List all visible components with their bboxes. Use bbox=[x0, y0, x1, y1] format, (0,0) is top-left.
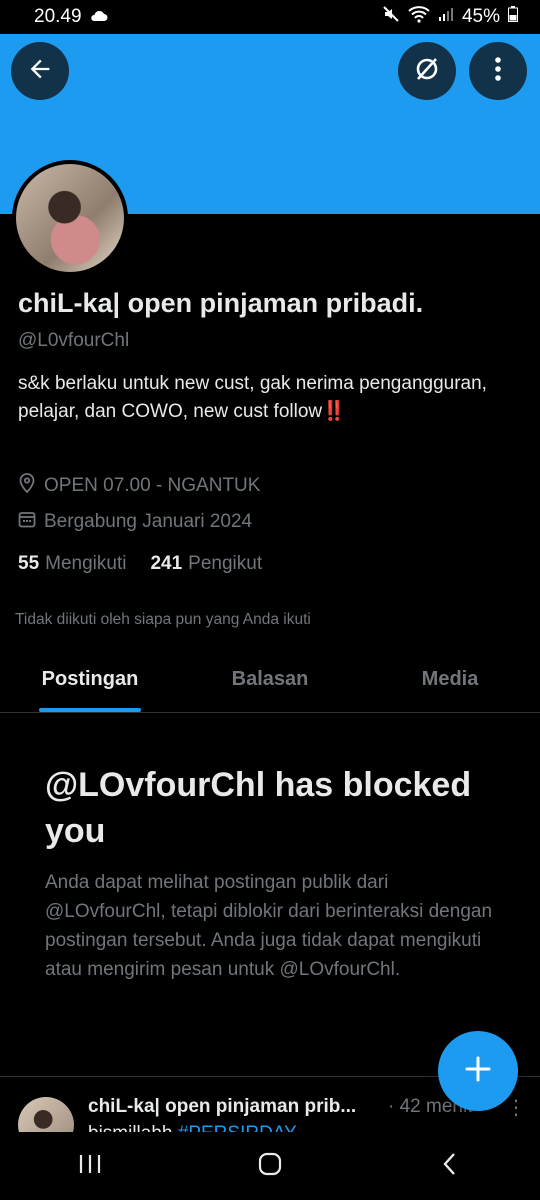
more-vertical-icon bbox=[494, 55, 502, 88]
following-link[interactable]: 55 Mengikuti bbox=[18, 553, 126, 575]
more-options-button[interactable] bbox=[469, 42, 527, 100]
cloud-icon bbox=[90, 6, 108, 28]
location-pin-icon bbox=[18, 473, 36, 499]
profile-avatar[interactable] bbox=[12, 160, 128, 276]
signal-icon bbox=[438, 6, 454, 28]
tab-label: Postingan bbox=[41, 668, 139, 690]
system-nav-bar bbox=[0, 1132, 540, 1200]
following-label: Mengikuti bbox=[45, 553, 127, 574]
profile-joined: Bergabung Januari 2024 bbox=[18, 510, 252, 534]
bio-text: s&k berlaku untuk new cust, gak nerima p… bbox=[18, 373, 487, 422]
following-count: 55 bbox=[18, 553, 40, 574]
status-time: 20.49 bbox=[34, 6, 82, 27]
active-tab-indicator bbox=[39, 708, 141, 712]
followers-link[interactable]: 241 Pengikut bbox=[150, 553, 262, 575]
tab-label: Media bbox=[421, 668, 479, 690]
tab-balasan[interactable]: Balasan bbox=[180, 648, 360, 712]
arrow-left-icon bbox=[26, 55, 54, 88]
not-followed-note: Tidak diikuti oleh siapa pun yang Anda i… bbox=[15, 611, 311, 628]
tab-label: Balasan bbox=[231, 668, 309, 690]
location-text: OPEN 07.00 - NGANTUK bbox=[44, 475, 261, 496]
post-author-name: chiL-ka| open pinjaman prib... bbox=[88, 1096, 357, 1117]
home-icon bbox=[257, 1151, 283, 1182]
tab-postingan[interactable]: Postingan bbox=[0, 648, 180, 712]
blocked-title: @LOvfourChl has blocked you bbox=[45, 766, 472, 850]
blocked-description: Anda dapat melihat postingan publik dari… bbox=[45, 872, 493, 980]
plus-icon bbox=[464, 1055, 492, 1088]
tab-media[interactable]: Media bbox=[360, 648, 540, 712]
profile-location: OPEN 07.00 - NGANTUK bbox=[18, 473, 260, 499]
home-button[interactable] bbox=[230, 1141, 310, 1191]
recent-apps-icon bbox=[78, 1153, 102, 1180]
status-bar: 20.49 45% bbox=[0, 0, 540, 34]
joined-text: Bergabung Januari 2024 bbox=[44, 511, 253, 532]
back-button[interactable] bbox=[11, 42, 69, 100]
profile-tabs: Postingan Balasan Media bbox=[0, 648, 540, 713]
mute-icon bbox=[382, 5, 400, 29]
profile-name: chiL-ka| open pinjaman pribadi. bbox=[18, 288, 424, 318]
battery-icon bbox=[508, 6, 518, 28]
profile-bio: s&k berlaku untuk new cust, gak nerima p… bbox=[18, 370, 508, 426]
followers-label: Pengikut bbox=[188, 553, 263, 574]
battery-text: 45% bbox=[461, 6, 500, 27]
post-avatar[interactable] bbox=[18, 1097, 74, 1133]
recent-apps-button[interactable] bbox=[50, 1141, 130, 1191]
wifi-icon bbox=[408, 5, 430, 29]
bio-emoji: ‼️ bbox=[322, 401, 346, 422]
compose-button[interactable] bbox=[438, 1031, 518, 1111]
post-more-icon[interactable]: ⋮ bbox=[506, 1095, 526, 1120]
calendar-icon bbox=[18, 510, 36, 534]
chevron-left-icon bbox=[442, 1152, 458, 1181]
profile-handle: @L0vfourChl bbox=[18, 330, 130, 351]
followers-count: 241 bbox=[150, 553, 183, 574]
follow-stats: 55 Mengikuti 241 Pengikut bbox=[18, 553, 262, 575]
back-nav-button[interactable] bbox=[410, 1141, 490, 1191]
grok-icon bbox=[412, 54, 442, 89]
grok-button[interactable] bbox=[398, 42, 456, 100]
